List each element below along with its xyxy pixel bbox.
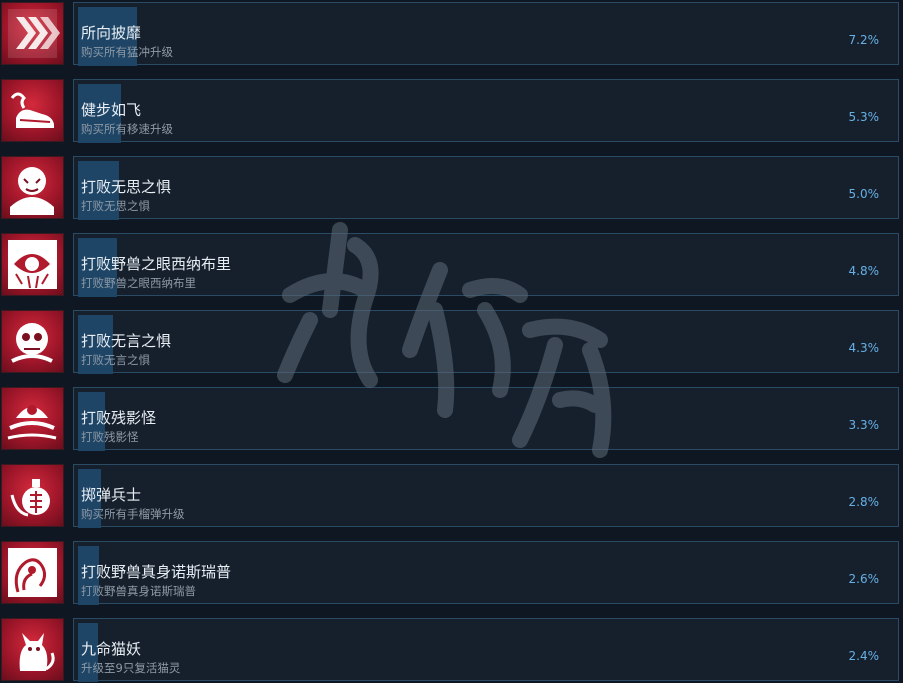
achievement-description: 购买所有移速升级 xyxy=(81,122,173,136)
skull-monster-icon xyxy=(1,310,64,373)
chevron-arrows-icon xyxy=(1,2,64,65)
achievement-description: 打败野兽真身诺斯瑞普 xyxy=(81,584,196,598)
achievement-title: 打败野兽之眼西纳布里 xyxy=(81,255,232,273)
unlock-percentage: 7.2% xyxy=(848,33,880,47)
achievement-card: 打败无言之惧 打败无言之惧 4.3% xyxy=(73,310,899,374)
unlock-percentage: 2.4% xyxy=(848,649,880,663)
unlock-percentage: 5.0% xyxy=(848,187,880,201)
unlock-percentage: 3.3% xyxy=(848,418,880,432)
achievement-card: 打败野兽之眼西纳布里 打败野兽之眼西纳布里 4.8% xyxy=(73,233,899,297)
achievement-title: 打败残影怪 xyxy=(81,409,157,427)
achievement-title: 掷弹兵士 xyxy=(81,486,142,504)
achievement-card: 掷弹兵士购买所有手榴弹升级 2.8% xyxy=(73,464,899,528)
achievement-row[interactable]: 打败无思之惧 打败无思之惧 5.0% xyxy=(0,154,903,220)
achievement-card: 打败无思之惧 打败无思之惧 5.0% xyxy=(73,156,899,220)
achievement-description: 购买所有猛冲升级 xyxy=(81,45,173,59)
achievement-row[interactable]: 打败无言之惧 打败无言之惧 4.3% xyxy=(0,308,903,374)
achievement-card: 九命猫妖升级至9只复活猫灵 2.4% xyxy=(73,618,899,682)
achievement-title: 打败无言之惧 xyxy=(81,332,172,350)
beast-eye-icon xyxy=(1,233,64,296)
achievement-title: 所向披靡 xyxy=(81,24,142,42)
achievement-row[interactable]: 打败野兽之眼西纳布里 打败野兽之眼西纳布里 4.8% xyxy=(0,231,903,297)
unlock-percentage: 5.3% xyxy=(848,110,880,124)
achievement-card: 打败残影怪 打败残影怪 3.3% xyxy=(73,387,899,451)
achievement-description: 打败无言之惧 xyxy=(81,353,150,367)
achievement-title: 健步如飞 xyxy=(81,101,142,119)
achievement-description: 打败无思之惧 xyxy=(81,199,150,213)
achievement-row[interactable]: 打败残影怪 打败残影怪 3.3% xyxy=(0,385,903,451)
achievement-card: 所向披靡购买所有猛冲升级 7.2% xyxy=(73,2,899,66)
winged-shoe-icon xyxy=(1,79,64,142)
unlock-percentage: 2.6% xyxy=(848,572,880,586)
achievement-row[interactable]: 健步如飞购买所有移速升级 5.3% xyxy=(0,77,903,143)
achievement-row[interactable]: 打败野兽真身诺斯瑞普 打败野兽真身诺斯瑞普 2.6% xyxy=(0,539,903,605)
afterimage-monster-icon xyxy=(1,387,64,450)
achievement-title: 打败野兽真身诺斯瑞普 xyxy=(81,563,232,581)
unlock-percentage: 4.8% xyxy=(848,264,880,278)
unlock-percentage: 2.8% xyxy=(848,495,880,509)
achievement-description: 打败残影怪 xyxy=(81,430,139,444)
achievement-description: 升级至9只复活猫灵 xyxy=(81,661,181,675)
muscle-monster-icon xyxy=(1,156,64,219)
achievement-title: 九命猫妖 xyxy=(81,640,142,658)
achievement-card: 打败野兽真身诺斯瑞普 打败野兽真身诺斯瑞普 2.6% xyxy=(73,541,899,605)
grenade-icon xyxy=(1,464,64,527)
achievement-description: 购买所有手榴弹升级 xyxy=(81,507,185,521)
unlock-percentage: 4.3% xyxy=(848,341,880,355)
achievement-row[interactable]: 掷弹兵士购买所有手榴弹升级 2.8% xyxy=(0,462,903,528)
cat-icon xyxy=(1,618,64,681)
achievement-card: 健步如飞购买所有移速升级 5.3% xyxy=(73,79,899,143)
achievement-row[interactable]: 所向披靡购买所有猛冲升级 7.2% xyxy=(0,0,903,66)
achievement-description: 打败野兽之眼西纳布里 xyxy=(81,276,196,290)
achievement-title: 打败无思之惧 xyxy=(81,178,172,196)
tentacle-beast-icon xyxy=(1,541,64,604)
achievement-row[interactable]: 九命猫妖升级至9只复活猫灵 2.4% xyxy=(0,616,903,682)
